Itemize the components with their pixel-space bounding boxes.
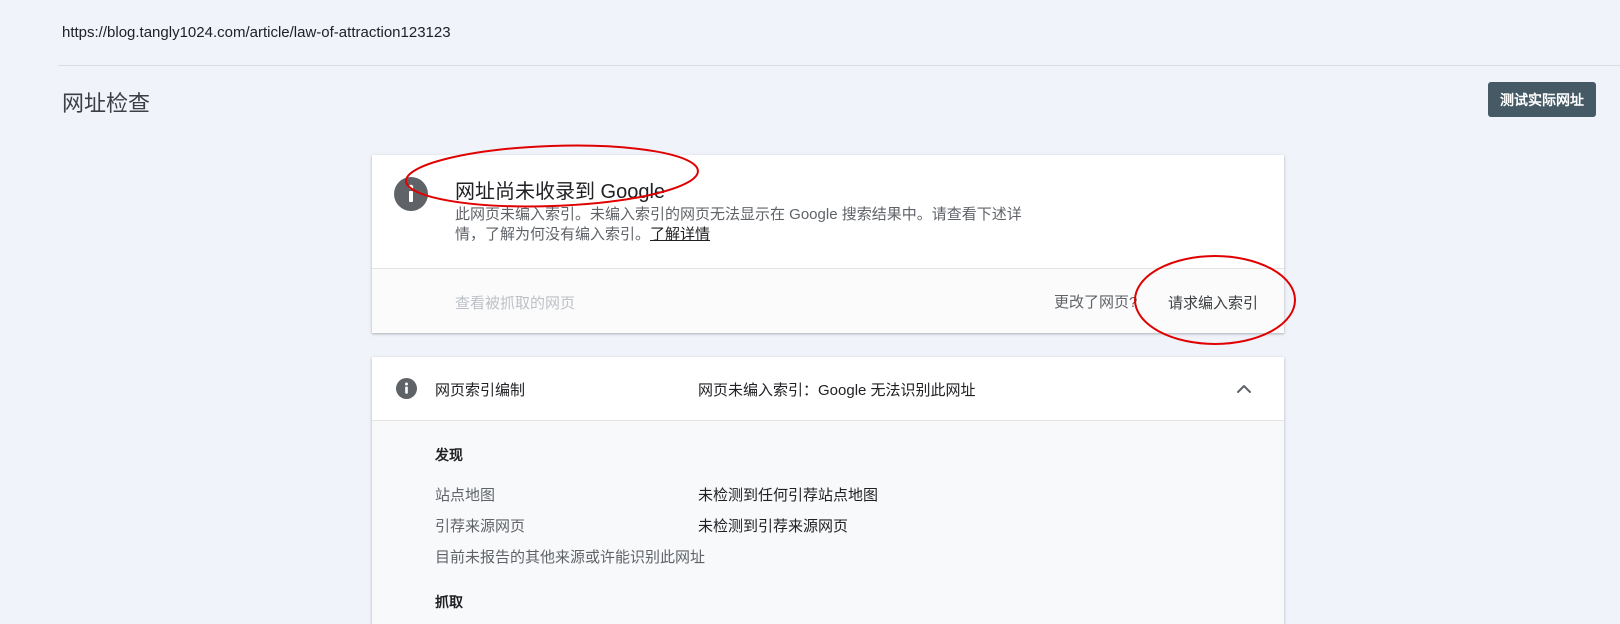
page-changed-label: 更改了网页?	[1054, 294, 1138, 311]
url-inspection-page: https://blog.tangly1024.com/article/law-…	[0, 0, 1620, 624]
learn-more-link[interactable]: 了解详情	[650, 226, 710, 243]
referring-page-value: 未检测到引荐来源网页	[698, 518, 849, 535]
page-title: 网址检查	[62, 91, 151, 116]
sitemaps-value: 未检测到任何引荐站点地图	[698, 487, 879, 504]
view-crawled-page-button[interactable]: 查看被抓取的网页	[455, 292, 575, 313]
page-indexing-header[interactable]: 网页索引编制 网页未编入索引：Google 无法识别此网址	[372, 357, 1284, 421]
test-live-url-button[interactable]: 测试实际网址	[1488, 82, 1596, 117]
info-icon	[396, 378, 417, 399]
chevron-up-icon[interactable]	[1234, 379, 1254, 399]
index-status-card: 网址尚未收录到 Google 此网页未编入索引。未编入索引的网页无法显示在 Go…	[372, 155, 1284, 333]
status-heading: 网址尚未收录到 Google	[455, 181, 666, 203]
crawl-section-title: 抓取	[435, 594, 463, 610]
referring-page-label: 引荐来源网页	[435, 518, 526, 535]
page-indexing-status: 网页未编入索引：Google 无法识别此网址	[698, 382, 976, 399]
inspected-url-bar: https://blog.tangly1024.com/article/law-…	[58, 0, 1620, 66]
inspected-url[interactable]: https://blog.tangly1024.com/article/law-…	[62, 24, 451, 41]
page-indexing-details: 发现 站点地图 未检测到任何引荐站点地图 引荐来源网页 未检测到引荐来源网页 目…	[372, 421, 1284, 624]
status-card-actions: 查看被抓取的网页 更改了网页? 请求编入索引	[372, 269, 1284, 333]
sitemaps-label: 站点地图	[435, 487, 496, 504]
status-description-text: 此网页未编入索引。未编入索引的网页无法显示在 Google 搜索结果中。请查看下…	[455, 206, 1022, 243]
status-description: 此网页未编入索引。未编入索引的网页无法显示在 Google 搜索结果中。请查看下…	[455, 205, 1035, 245]
request-indexing-button[interactable]: 请求编入索引	[1168, 292, 1258, 313]
info-icon	[394, 177, 428, 211]
page-indexing-label: 网页索引编制	[435, 382, 526, 399]
discovery-note: 目前未报告的其他来源或许能识别此网址	[435, 549, 706, 566]
page-indexing-card: 网页索引编制 网页未编入索引：Google 无法识别此网址 发现 站点地图 未检…	[372, 357, 1284, 624]
discovery-section-title: 发现	[435, 447, 463, 463]
